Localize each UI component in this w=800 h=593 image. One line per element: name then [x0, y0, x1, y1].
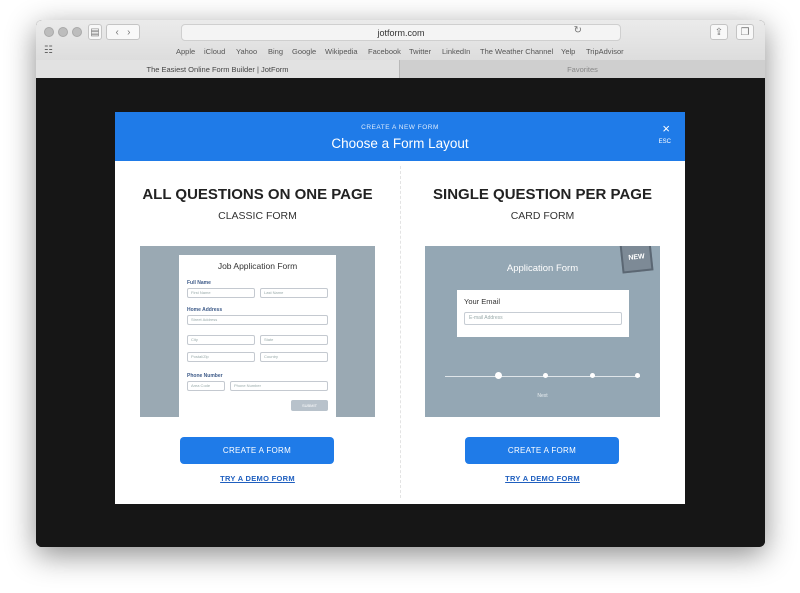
bookmark-linkedin[interactable]: LinkedIn — [442, 47, 470, 56]
tab-favorites[interactable]: Favorites — [400, 60, 765, 78]
classic-demo-link[interactable]: TRY A DEMO FORM — [115, 474, 400, 483]
modal-subtitle: CREATE A NEW FORM — [361, 124, 439, 131]
card-next-label: Next — [537, 393, 548, 399]
close-icon[interactable]: × — [662, 122, 670, 135]
forward-icon: › — [127, 26, 131, 38]
create-card-form-button[interactable]: CREATE A FORM — [465, 437, 619, 464]
bookmark-tripadvisor[interactable]: TripAdvisor — [586, 47, 624, 56]
preview-submit-button: SUBMIT — [291, 400, 328, 411]
bookmark-bing[interactable]: Bing — [268, 47, 283, 56]
bookmark-yelp[interactable]: Yelp — [561, 47, 575, 56]
bookmarks-bar: ☷ Apple iCloud Yahoo Bing Google Wikiped… — [36, 45, 765, 59]
card-title: SINGLE QUESTION PER PAGE — [433, 186, 652, 203]
preview-label-home-address: Home Address — [187, 307, 223, 313]
share-icon: ⇪ — [714, 26, 724, 38]
preview-input-postal: Postal/Zip — [187, 352, 255, 362]
card-form-preview[interactable]: Application Form Your Email E-mail Addre… — [425, 246, 660, 417]
minimize-window-button[interactable] — [58, 27, 68, 37]
preview-input-state: State — [260, 335, 328, 345]
progress-dot — [495, 372, 502, 379]
address-bar[interactable]: jotform.com ↻ — [181, 24, 621, 41]
card-form-option: SINGLE QUESTION PER PAGE CARD FORM Appli… — [400, 161, 685, 504]
tab-jotform[interactable]: The Easiest Online Form Builder | JotFor… — [36, 60, 400, 78]
preview-input-city: City — [187, 335, 255, 345]
new-badge: NEW — [619, 246, 654, 274]
browser-toolbar: ▤ ‹ › jotform.com ↻ ⇪ ❐ ☷ Apple iCloud Y… — [36, 20, 765, 78]
share-button[interactable]: ⇪ — [710, 24, 728, 40]
tabs-icon: ❐ — [740, 26, 750, 38]
classic-title: ALL QUESTIONS ON ONE PAGE — [142, 186, 373, 203]
browser-window: ▤ ‹ › jotform.com ↻ ⇪ ❐ ☷ Apple iCloud Y… — [36, 20, 765, 547]
bookmark-weather[interactable]: The Weather Channel — [480, 47, 553, 56]
preview-label-full-name: Full Name — [187, 280, 211, 286]
preview-input-first-name: First Name — [187, 288, 255, 298]
modal-title: Choose a Form Layout — [331, 136, 469, 151]
reading-list-icon[interactable]: ☷ — [44, 45, 53, 56]
back-forward-buttons[interactable]: ‹ › — [106, 24, 140, 40]
preview-input-last-name: Last Name — [260, 288, 328, 298]
preview-input-street: Street Address — [187, 315, 328, 325]
sidebar-icon: ▤ — [90, 26, 100, 38]
create-classic-form-button[interactable]: CREATE A FORM — [180, 437, 334, 464]
close-window-button[interactable] — [44, 27, 54, 37]
preview-form-title: Job Application Form — [217, 261, 298, 271]
preview-input-country: Country — [260, 352, 328, 362]
progress-dot — [543, 373, 548, 378]
esc-label[interactable]: ESC — [659, 139, 671, 145]
progress-dot — [590, 373, 595, 378]
back-icon: ‹ — [115, 26, 119, 38]
card-email-input: E-mail Address — [464, 312, 622, 325]
bookmark-google[interactable]: Google — [292, 47, 316, 56]
card-question-label: Your Email — [464, 297, 500, 306]
tab-bar: The Easiest Online Form Builder | JotFor… — [36, 60, 765, 78]
bookmark-yahoo[interactable]: Yahoo — [236, 47, 257, 56]
card-subtitle: CARD FORM — [510, 210, 575, 222]
classic-preview-paper: Job Application Form Full Name First Nam… — [179, 255, 336, 417]
classic-subtitle: CLASSIC FORM — [218, 210, 297, 222]
preview-input-area-code: Area Code — [187, 381, 225, 391]
bookmark-icloud[interactable]: iCloud — [204, 47, 225, 56]
bookmark-apple[interactable]: Apple — [176, 47, 195, 56]
preview-input-phone: Phone Number — [230, 381, 328, 391]
preview-label-phone: Phone Number — [187, 373, 223, 379]
classic-form-preview[interactable]: Job Application Form Full Name First Nam… — [140, 246, 375, 417]
modal-header: CREATE A NEW FORM Choose a Form Layout ×… — [115, 112, 685, 161]
bookmark-facebook[interactable]: Facebook — [368, 47, 401, 56]
zoom-window-button[interactable] — [72, 27, 82, 37]
tab-label: The Easiest Online Form Builder | JotFor… — [146, 64, 289, 74]
progress-dot — [635, 373, 640, 378]
form-layout-modal: CREATE A NEW FORM Choose a Form Layout ×… — [115, 112, 685, 504]
bookmark-wikipedia[interactable]: Wikipedia — [325, 47, 358, 56]
bookmark-twitter[interactable]: Twitter — [409, 47, 431, 56]
url-text: jotform.com — [377, 27, 425, 38]
classic-form-option: ALL QUESTIONS ON ONE PAGE CLASSIC FORM J… — [115, 161, 400, 504]
reload-icon[interactable]: ↻ — [574, 25, 582, 36]
tabs-overview-button[interactable]: ❐ — [736, 24, 754, 40]
sidebar-button[interactable]: ▤ — [88, 24, 102, 40]
tab-label: Favorites — [567, 64, 598, 74]
card-question-box: Your Email E-mail Address — [457, 290, 629, 337]
card-demo-link[interactable]: TRY A DEMO FORM — [400, 474, 685, 483]
